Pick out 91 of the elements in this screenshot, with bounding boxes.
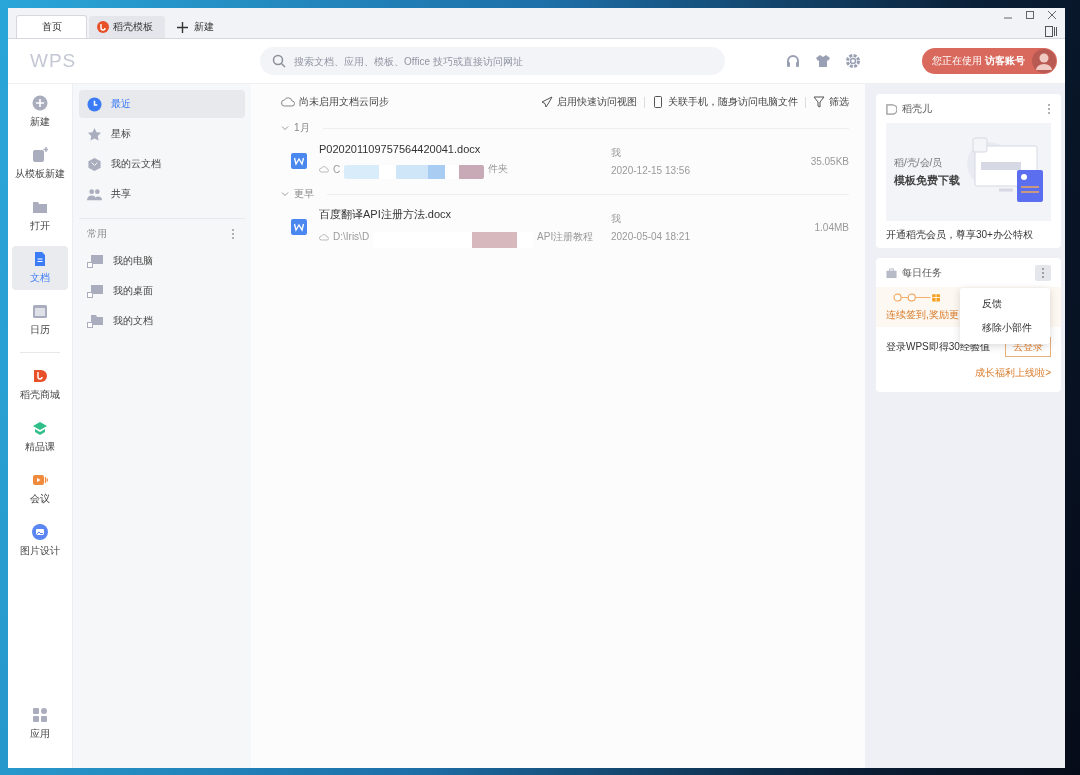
toolbar-action[interactable]: 启用快速访问视图 xyxy=(541,95,637,109)
group-title: 1月 xyxy=(294,121,310,135)
section-title: 常用 xyxy=(87,227,107,241)
maximize-icon[interactable] xyxy=(1025,10,1035,20)
banner-subtitle: 稻/壳/会/员 xyxy=(894,156,944,170)
rail-item[interactable]: 稻壳商城 xyxy=(12,363,68,407)
word-doc-icon xyxy=(291,153,307,169)
file-row[interactable]: P020201109757564420041.docx C 件夹 我 2020-12-15 13:56 35.05KB xyxy=(281,136,849,186)
file-name: P020201109757564420041.docx xyxy=(319,143,482,155)
nav-icon xyxy=(87,126,102,142)
card-caption: 开通稻壳会员，尊享30+办公特权 xyxy=(886,228,1034,242)
file-owner: 我 xyxy=(611,212,622,226)
rail-item[interactable]: 精品课 xyxy=(12,415,68,459)
group-title: 更早 xyxy=(294,187,314,201)
plus-icon xyxy=(177,21,188,33)
rail-item[interactable]: 会议 xyxy=(12,467,68,511)
nav-item[interactable]: 我的桌面 xyxy=(79,277,245,305)
file-owner: 我 xyxy=(611,146,622,160)
menu-item[interactable]: 反馈 xyxy=(960,292,1050,316)
more-icon[interactable] xyxy=(231,228,235,240)
new-tab-button[interactable]: 新建 xyxy=(167,16,224,38)
toolbar-action[interactable]: 关联手机，随身访问电脑文件 xyxy=(652,95,798,109)
file-time: 2020-12-15 13:56 xyxy=(611,165,691,176)
tab[interactable]: 稻壳模板 xyxy=(89,16,165,38)
rail-icon xyxy=(32,251,48,267)
briefcase-icon xyxy=(886,267,897,279)
rail-item[interactable]: 日历 xyxy=(12,298,68,342)
nav-item[interactable]: 共享 xyxy=(79,180,245,208)
logo: WPS xyxy=(30,50,78,72)
nav-icon xyxy=(87,186,102,202)
shirt-icon[interactable] xyxy=(815,53,831,69)
promo-banner[interactable]: 稻/壳/会/员 模板免费下载 xyxy=(886,123,1051,221)
shortcut-icon xyxy=(87,253,104,269)
nav-item[interactable]: 我的云文档 xyxy=(79,150,245,178)
word-doc-icon xyxy=(291,219,307,235)
close-icon[interactable] xyxy=(1047,10,1057,20)
rail-item[interactable]: 新建 xyxy=(12,90,68,134)
headset-icon[interactable] xyxy=(785,53,801,69)
rail-icon xyxy=(32,147,48,163)
rail-item[interactable]: 从模板新建 xyxy=(12,142,68,186)
nav-item[interactable]: 星标 xyxy=(79,120,245,148)
rail-item[interactable]: 应用 xyxy=(12,702,68,746)
file-row[interactable]: 百度翻译API注册方法.docx D:\Iris\D API注册教程 我 2020-05-04 18:21 1.04MB xyxy=(281,202,849,252)
chevron-icon[interactable] xyxy=(281,124,289,132)
card-title: 稻壳儿 xyxy=(902,102,932,116)
cloud-icon xyxy=(281,96,295,108)
shortcut-icon xyxy=(87,313,104,329)
rail-icon xyxy=(32,368,48,384)
docer-icon xyxy=(886,103,897,115)
rail-icon xyxy=(32,303,48,319)
rail-icon xyxy=(32,420,48,436)
rail-icon xyxy=(32,95,48,111)
file-size: 35.05KB xyxy=(810,155,849,167)
avatar-icon xyxy=(1032,49,1056,73)
card-title: 每日任务 xyxy=(902,266,942,280)
chevron-icon[interactable] xyxy=(281,190,289,198)
nav-icon xyxy=(87,156,102,172)
panel-toggle-icon[interactable] xyxy=(1045,26,1057,37)
rail-icon xyxy=(32,524,48,540)
cloud-icon xyxy=(319,164,329,174)
apps-icon xyxy=(32,707,48,723)
banner-title: 模板免费下载 xyxy=(894,173,960,188)
file-path: D:\Iris\D xyxy=(333,231,370,242)
cloud-icon xyxy=(319,231,329,242)
cloud-sync-link[interactable]: 尚未启用文档云同步 xyxy=(281,95,389,109)
rail-item[interactable]: 打开 xyxy=(12,194,68,238)
filter-icon xyxy=(813,96,825,108)
nav-item[interactable]: 我的电脑 xyxy=(79,247,245,275)
file-path: API注册教程 xyxy=(537,229,594,244)
nav-icon xyxy=(87,96,102,112)
search-field[interactable]: 搜索文档、应用、模板、Office 技巧或直接访问网址 xyxy=(260,47,725,75)
file-path: 件夹 xyxy=(488,162,509,176)
file-path: C xyxy=(333,163,341,175)
file-time: 2020-05-04 18:21 xyxy=(611,231,691,242)
streak-text: 连续签到,奖励更 xyxy=(886,308,960,322)
file-size: 1.04MB xyxy=(814,221,849,233)
rail-icon xyxy=(32,472,48,488)
menu-item[interactable]: 移除小部件 xyxy=(960,316,1050,340)
shortcut-icon xyxy=(87,283,104,299)
nav-item[interactable]: 我的文档 xyxy=(79,307,245,335)
file-name: 百度翻译API注册方法.docx xyxy=(319,206,453,222)
paper-plane-icon xyxy=(541,96,553,108)
more-icon[interactable] xyxy=(1035,265,1051,281)
settings-icon[interactable] xyxy=(845,53,861,69)
rail-item[interactable]: 图片设计 xyxy=(12,519,68,563)
toolbar-action[interactable]: 筛选 xyxy=(813,95,849,109)
tab[interactable]: 首页 xyxy=(16,15,87,38)
phone-icon xyxy=(652,96,664,108)
more-icon[interactable] xyxy=(1047,103,1051,115)
rail-icon xyxy=(32,199,48,215)
docer-logo-icon xyxy=(97,21,109,33)
